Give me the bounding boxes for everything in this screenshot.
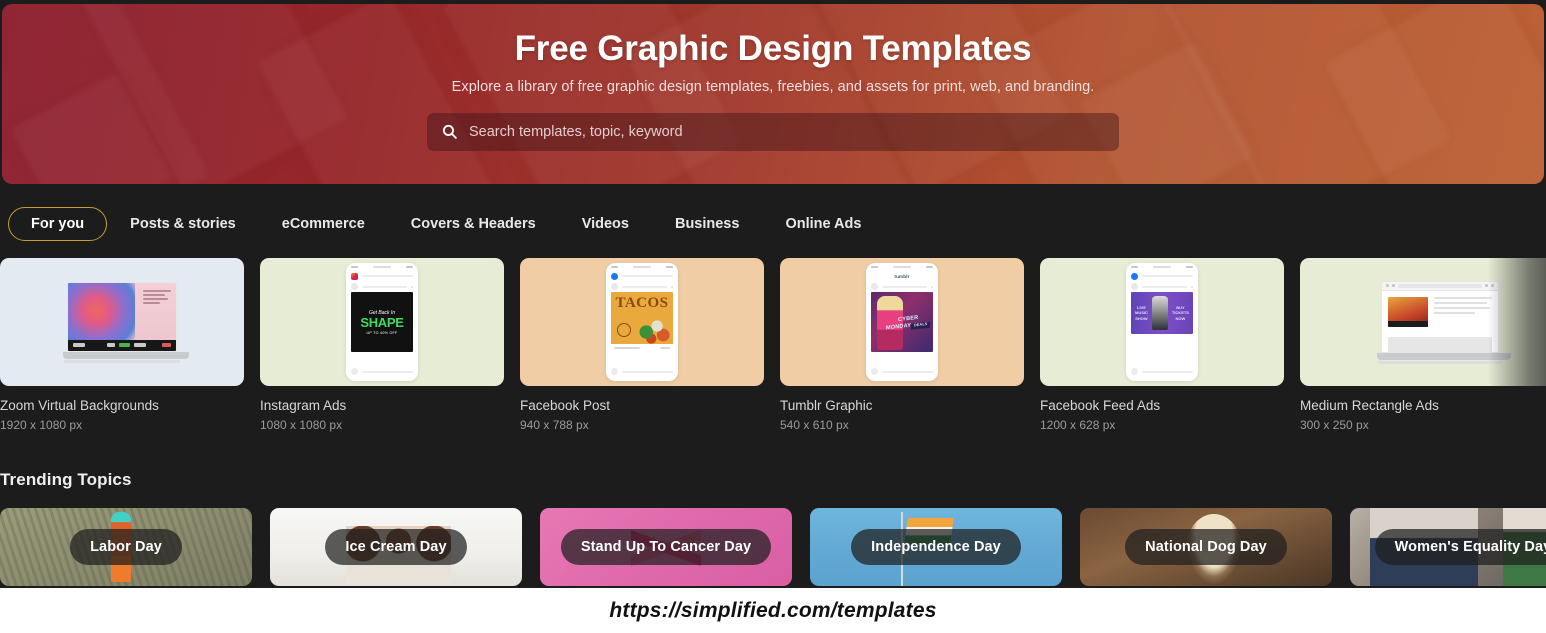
- template-card-title: Tumblr Graphic: [780, 398, 873, 413]
- template-card[interactable]: Get Back In SHAPE UP TO 40% OFF Instagra…: [260, 258, 504, 433]
- phone-mockup: TACOS: [606, 263, 678, 381]
- ad-creative: Get Back In SHAPE UP TO 40% OFF: [351, 292, 413, 352]
- template-card-title: Medium Rectangle Ads: [1300, 398, 1439, 413]
- topic-card[interactable]: Independence Day: [810, 508, 1062, 586]
- laptop-mockup: [63, 281, 189, 363]
- search-input[interactable]: [469, 123, 1105, 140]
- tumblr-wordmark: tumblr: [894, 273, 910, 279]
- browser-mockup: [1377, 280, 1511, 364]
- template-card-title: Facebook Feed Ads: [1040, 398, 1161, 413]
- topic-label: Stand Up To Cancer Day: [560, 529, 772, 565]
- ad-creative: LIVE MUSIC SHOW BUY TICKETS NOW: [1131, 292, 1193, 334]
- template-card[interactable]: Medium Rectangle Ads 300 x 250 px: [1300, 258, 1546, 433]
- tab-for-you[interactable]: For you: [8, 207, 108, 241]
- phone-mockup: tumblr CYBER MONDAY DEALS: [866, 263, 938, 381]
- template-card-dimensions: 940 x 788 px: [520, 417, 589, 432]
- phone-mockup: Get Back In SHAPE UP TO 40% OFF: [346, 263, 418, 381]
- page-title: Free Graphic Design Templates: [514, 29, 1032, 68]
- topic-label: Labor Day: [70, 529, 182, 565]
- template-thumbnail[interactable]: Get Back In SHAPE UP TO 40% OFF: [260, 258, 504, 386]
- ad-creative: CYBER MONDAY DEALS: [871, 292, 933, 352]
- ad-creative: TACOS: [611, 292, 673, 344]
- category-tabs: For you Posts & stories eCommerce Covers…: [0, 198, 1546, 250]
- template-thumbnail[interactable]: [0, 258, 244, 386]
- topic-label: National Dog Day: [1125, 529, 1287, 565]
- trending-topics-heading: Trending Topics: [0, 470, 132, 489]
- tab-online-ads[interactable]: Online Ads: [762, 207, 884, 241]
- page-subtitle: Explore a library of free graphic design…: [451, 78, 1095, 95]
- topic-label: Women's Equality Day: [1374, 529, 1546, 565]
- template-card-dimensions: 300 x 250 px: [1300, 417, 1369, 432]
- template-thumbnail[interactable]: tumblr CYBER MONDAY DEALS: [780, 258, 1024, 386]
- topic-card[interactable]: Women's Equality Day: [1350, 508, 1546, 586]
- template-card[interactable]: TACOS Facebook Post 940 x 788 px: [520, 258, 764, 433]
- topic-label: Independence Day: [851, 529, 1021, 565]
- tab-posts-stories[interactable]: Posts & stories: [107, 207, 259, 241]
- template-thumbnail[interactable]: [1300, 258, 1546, 386]
- template-card[interactable]: tumblr CYBER MONDAY DEALS Tumblr Graphic 5…: [780, 258, 1024, 433]
- topic-card[interactable]: Ice Cream Day: [270, 508, 522, 586]
- template-card-dimensions: 540 x 610 px: [780, 417, 849, 432]
- hero-banner: Free Graphic Design Templates Explore a …: [2, 4, 1544, 184]
- template-card[interactable]: LIVE MUSIC SHOW BUY TICKETS NOW Facebook Fee…: [1040, 258, 1284, 433]
- search-icon: [441, 123, 458, 140]
- templates-next-button[interactable]: [1488, 258, 1546, 386]
- page-url: https://simplified.com/templates: [609, 598, 937, 622]
- app-shell: Free Graphic Design Templates Explore a …: [0, 0, 1546, 588]
- template-card-title: Facebook Post: [520, 398, 611, 413]
- phone-mockup: LIVE MUSIC SHOW BUY TICKETS NOW: [1126, 263, 1198, 381]
- template-card-title: Zoom Virtual Backgrounds: [0, 398, 159, 413]
- template-card-dimensions: 1080 x 1080 px: [260, 417, 343, 432]
- tab-videos[interactable]: Videos: [559, 207, 652, 241]
- page-root: Free Graphic Design Templates Explore a …: [0, 0, 1546, 633]
- template-card[interactable]: Zoom Virtual Backgrounds 1920 x 1080 px: [0, 258, 244, 433]
- template-thumbnail[interactable]: TACOS: [520, 258, 764, 386]
- tab-covers-headers[interactable]: Covers & Headers: [388, 207, 559, 241]
- template-card-dimensions: 1920 x 1080 px: [0, 417, 83, 432]
- url-footer: https://simplified.com/templates: [0, 588, 1546, 633]
- template-thumbnail[interactable]: LIVE MUSIC SHOW BUY TICKETS NOW: [1040, 258, 1284, 386]
- template-carousel: Zoom Virtual Backgrounds 1920 x 1080 px …: [0, 258, 1546, 433]
- template-card-title: Instagram Ads: [260, 398, 347, 413]
- topic-card[interactable]: Stand Up To Cancer Day: [540, 508, 792, 586]
- tab-ecommerce[interactable]: eCommerce: [259, 207, 388, 241]
- topic-label: Ice Cream Day: [325, 529, 467, 565]
- topic-card[interactable]: Labor Day: [0, 508, 252, 586]
- topic-card[interactable]: National Dog Day: [1080, 508, 1332, 586]
- trending-topics-carousel: Labor Day Ice Cream Day Stand Up To Canc…: [0, 508, 1546, 586]
- search-bar[interactable]: [427, 112, 1119, 151]
- template-card-dimensions: 1200 x 628 px: [1040, 417, 1116, 432]
- tab-business[interactable]: Business: [652, 207, 762, 241]
